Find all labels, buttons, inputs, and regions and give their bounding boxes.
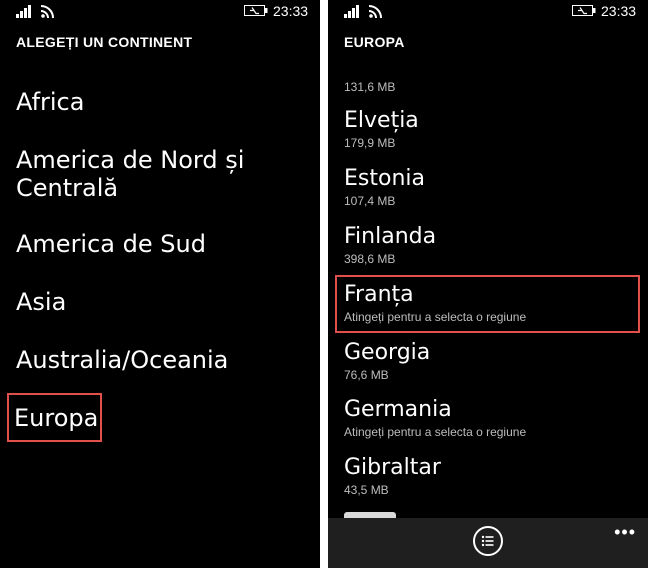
country-detail: Atingeți pentru a selecta o regiune [344, 425, 527, 439]
country-name: Elveția [344, 108, 419, 133]
wifi-icon [368, 5, 382, 19]
country-name: Gibraltar [344, 455, 441, 480]
country-item-estonia[interactable]: Estonia 107,4 MB [344, 166, 648, 209]
signal-icon [16, 5, 36, 18]
status-bar: 23:33 [328, 0, 648, 24]
country-detail: 398,6 MB [344, 252, 396, 266]
country-item-georgia[interactable]: Georgia 76,6 MB [344, 340, 648, 383]
country-screen: 23:33 EUROPA 131,6 MB Elveția 179,9 MB E… [328, 0, 648, 568]
continent-item-africa[interactable]: Africa [16, 88, 84, 116]
clock: 23:33 [273, 3, 309, 19]
page-title: EUROPA [344, 34, 405, 50]
country-name: Franța [344, 282, 414, 307]
country-item-gibraltar[interactable]: Gibraltar 43,5 MB [344, 455, 648, 498]
clock: 23:33 [601, 3, 637, 19]
battery-charging-icon [572, 5, 596, 16]
signal-icon [344, 5, 364, 18]
country-detail: 43,5 MB [344, 483, 389, 497]
country-detail: 76,6 MB [344, 368, 389, 382]
country-size: 131,6 MB [344, 80, 396, 94]
country-name: Finlanda [344, 224, 437, 249]
country-item-finlanda[interactable]: Finlanda 398,6 MB [344, 224, 648, 267]
wifi-icon [40, 5, 54, 19]
page-title: ALEGEȚI UN CONTINENT [16, 34, 193, 50]
country-detail: 107,4 MB [344, 194, 396, 208]
continent-item-north-central-america[interactable]: America de Nord și Centrală [16, 146, 256, 202]
status-bar: 23:33 [0, 0, 320, 24]
app-bar: ••• [328, 518, 648, 568]
country-item-franta[interactable]: Franța Atingeți pentru a selecta o regiu… [344, 282, 648, 325]
more-options-button[interactable]: ••• [614, 522, 636, 543]
list-icon[interactable] [473, 526, 503, 556]
country-detail: 179,9 MB [344, 136, 396, 150]
country-item-elvetia[interactable]: Elveția 179,9 MB [344, 108, 648, 151]
country-name: Georgia [344, 340, 431, 365]
continent-item-europa[interactable]: Europa [14, 404, 98, 432]
country-name: Germania [344, 397, 452, 422]
continent-item-australia-oceania[interactable]: Australia/Oceania [16, 346, 228, 374]
battery-charging-icon [244, 5, 268, 16]
country-name: Estonia [344, 166, 425, 191]
continent-item-asia[interactable]: Asia [16, 288, 66, 316]
country-item-germania[interactable]: Germania Atingeți pentru a selecta o reg… [344, 397, 648, 440]
continent-screen: 23:33 ALEGEȚI UN CONTINENT Africa Americ… [0, 0, 320, 568]
continent-item-south-america[interactable]: America de Sud [16, 230, 206, 258]
country-item-partial[interactable]: 131,6 MB [344, 78, 648, 95]
country-detail: Atingeți pentru a selecta o regiune [344, 310, 527, 324]
